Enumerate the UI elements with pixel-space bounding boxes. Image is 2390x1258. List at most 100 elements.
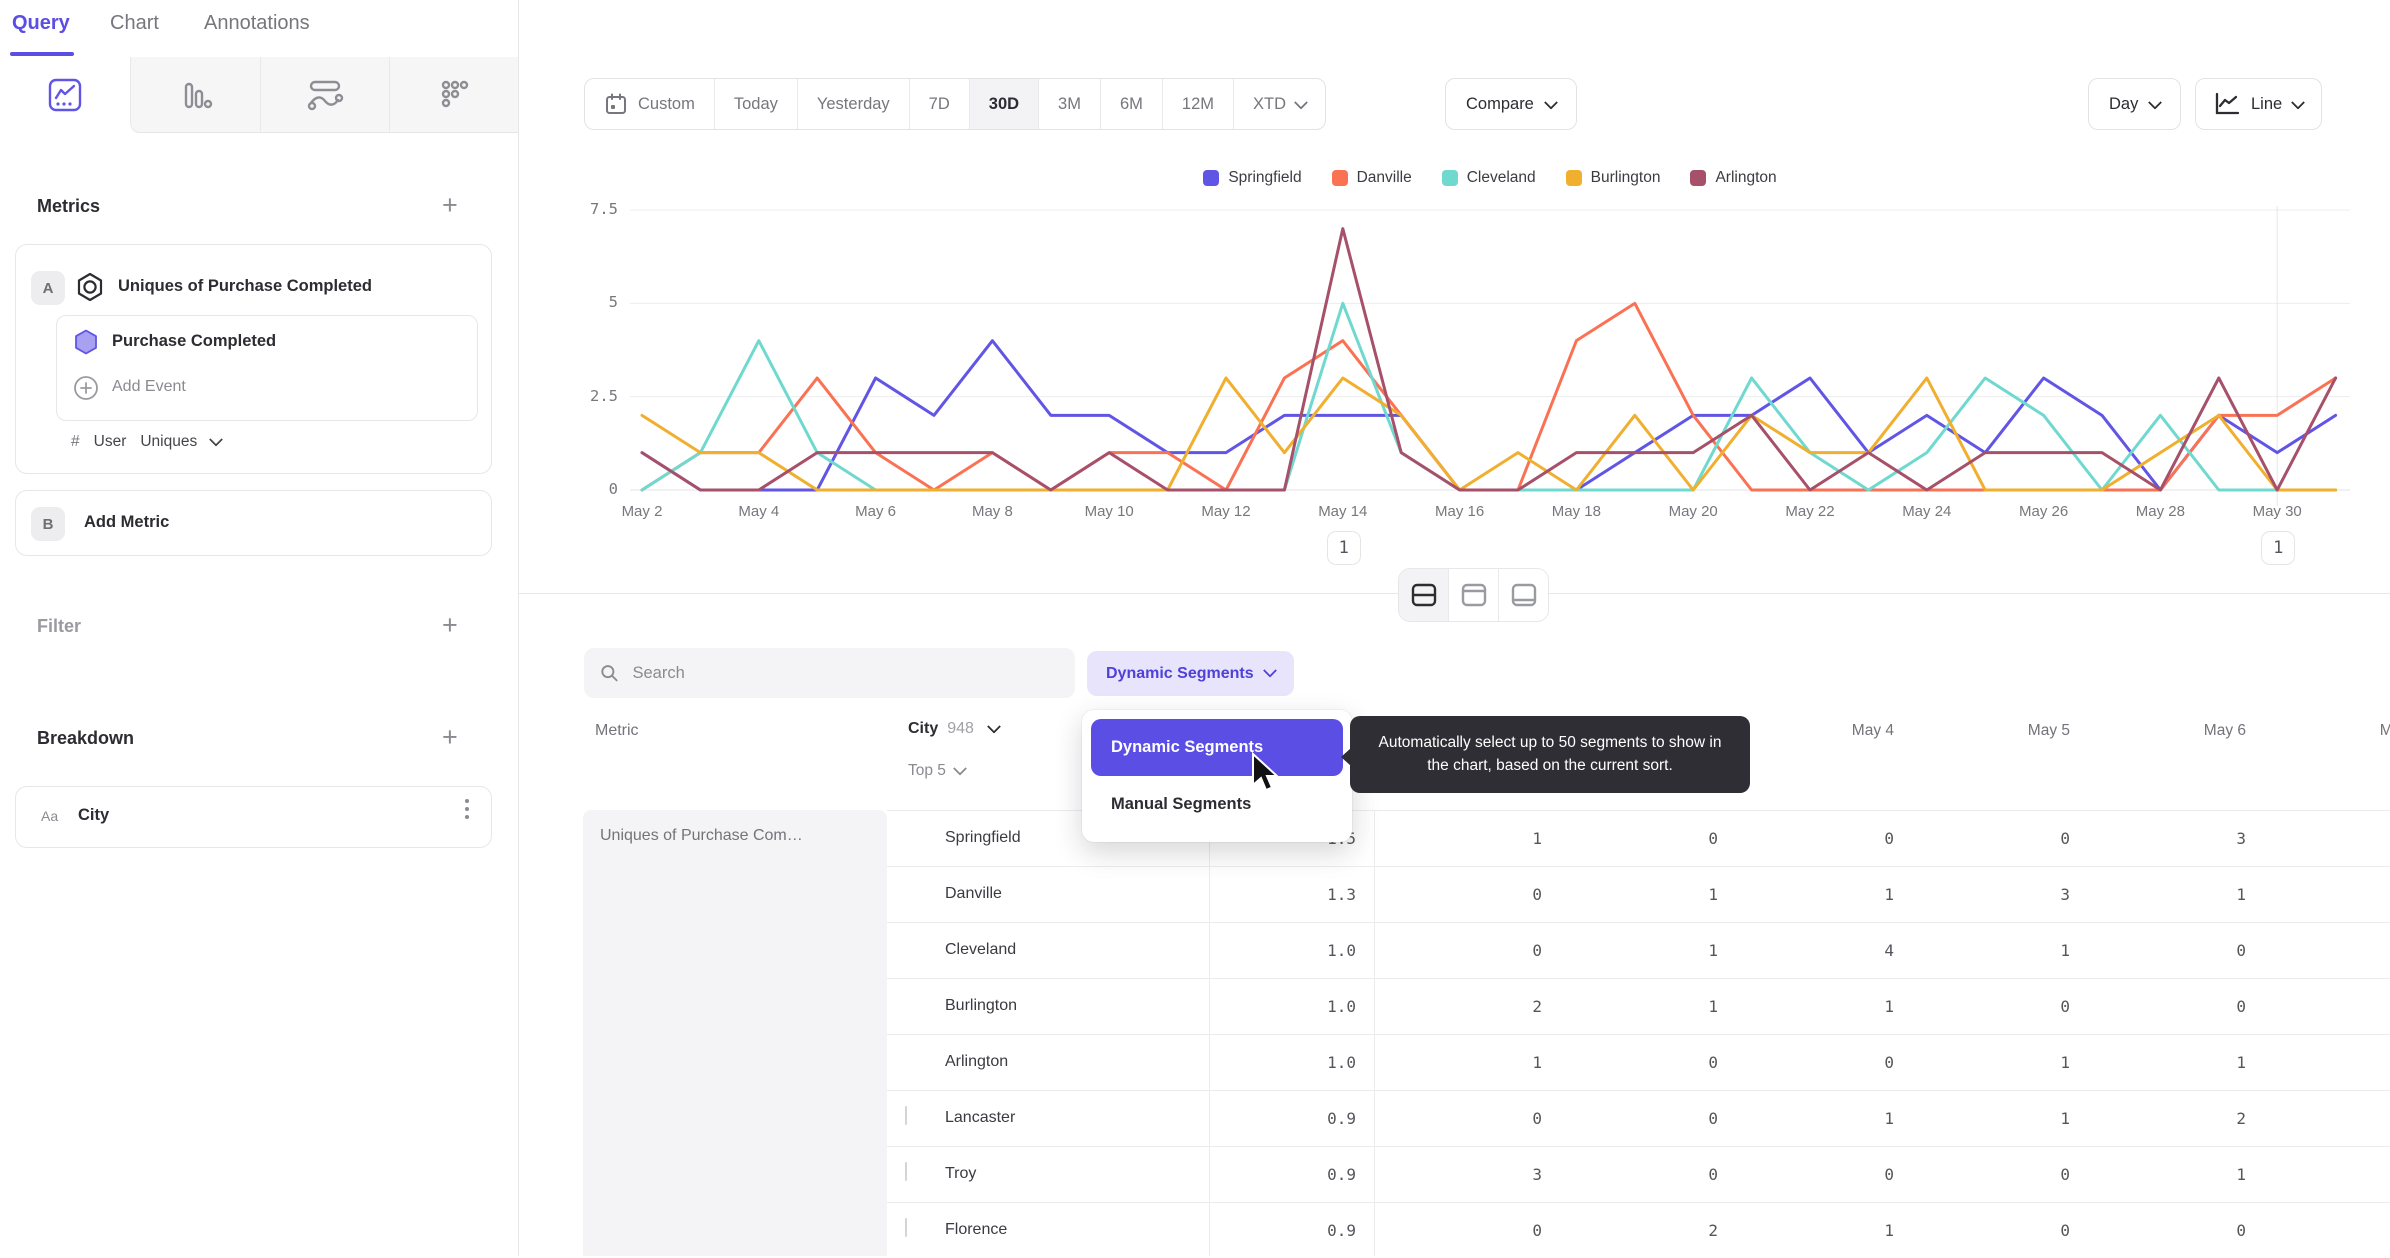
date-range-label: Yesterday xyxy=(816,94,890,113)
chart-type-label: Line xyxy=(2251,94,2283,113)
date-range-6m[interactable]: 6M xyxy=(1099,79,1162,129)
x-axis-tick: May 14 xyxy=(1318,503,1368,520)
row-separator xyxy=(887,978,2390,979)
menu-item-manual-segments[interactable]: Manual Segments xyxy=(1091,776,1343,833)
legend-label: Arlington xyxy=(1715,169,1777,186)
y-axis-tick: 5 xyxy=(608,293,618,312)
compare-button[interactable]: Compare xyxy=(1445,78,1577,130)
search-input[interactable] xyxy=(630,662,1059,684)
date-range-xtd[interactable]: XTD xyxy=(1233,79,1325,129)
hash-icon: # xyxy=(71,433,80,450)
date-range-yesterday[interactable]: Yesterday xyxy=(796,79,909,129)
tab-chart[interactable]: Chart xyxy=(110,12,159,35)
tab-annotations[interactable]: Annotations xyxy=(204,12,310,35)
data-cell: 2 xyxy=(1532,997,1542,1016)
measure-uniques-label: Uniques xyxy=(140,433,198,450)
chevron-down-icon xyxy=(209,432,224,447)
kebab-menu-icon[interactable] xyxy=(465,799,469,803)
row-separator xyxy=(887,1090,2390,1091)
table-vertical-border xyxy=(1209,810,1210,1256)
date-range-custom[interactable]: Custom xyxy=(585,79,714,129)
y-axis-tick: 2.5 xyxy=(590,386,618,405)
table-row: Troy 0.9 3 0 0 0 1 xyxy=(0,1146,2390,1202)
date-range-group: Custom Today Yesterday 7D 30D 3M 6M 12M XTD xyxy=(584,78,1326,130)
date-range-30d[interactable]: 30D xyxy=(968,79,1039,129)
legend-item-danville[interactable]: Danville xyxy=(1331,169,1412,187)
add-event-button[interactable]: Add Event xyxy=(112,378,186,396)
segment-name: Springfield xyxy=(945,829,1021,846)
data-cell: 1 xyxy=(2060,1109,2070,1128)
segment-value: 1.0 xyxy=(1327,997,1356,1016)
data-cell: 2 xyxy=(2236,1109,2246,1128)
layout-chart-only-button[interactable] xyxy=(1448,569,1498,621)
segment-name: Burlington xyxy=(945,997,1018,1014)
line-chart-icon xyxy=(48,78,82,112)
series-line-arlington xyxy=(640,227,2338,492)
legend-item-cleveland[interactable]: Cleveland xyxy=(1441,169,1536,187)
tab-query[interactable]: Query xyxy=(12,12,70,35)
metric-column-header: Metric xyxy=(595,722,639,739)
metric-a-title[interactable]: Uniques of Purchase Completed xyxy=(118,277,372,296)
x-axis-tick: May 18 xyxy=(1551,503,1601,520)
legend-item-arlington[interactable]: Arlington xyxy=(1690,169,1777,187)
granularity-button[interactable]: Day xyxy=(2088,78,2182,130)
add-metric-card[interactable]: B Add Metric xyxy=(15,490,492,556)
date-range-today[interactable]: Today xyxy=(713,79,797,129)
segment-checkbox-florence[interactable] xyxy=(905,1218,907,1237)
measure-selector[interactable]: # User Uniques xyxy=(71,432,224,451)
add-filter-plus-button[interactable]: + xyxy=(442,612,458,639)
legend-item-springfield[interactable]: Springfield xyxy=(1203,169,1302,187)
segment-checkbox-troy[interactable] xyxy=(905,1162,907,1181)
event-name[interactable]: Purchase Completed xyxy=(112,332,276,351)
top-n-selector[interactable]: Top 5 xyxy=(908,761,967,780)
table-vertical-border xyxy=(1374,810,1375,1256)
add-event-icon xyxy=(74,376,98,400)
legend-item-burlington[interactable]: Burlington xyxy=(1565,169,1660,187)
x-axis-tick: May 6 xyxy=(855,503,897,520)
date-range-label: Today xyxy=(733,94,778,113)
data-cell: 1 xyxy=(1532,829,1542,848)
segment-name: Cleveland xyxy=(945,941,1017,958)
date-column-header: May 6 xyxy=(2203,722,2246,739)
date-range-3m[interactable]: 3M xyxy=(1038,79,1100,129)
chart-type-flow-tab[interactable] xyxy=(260,57,389,133)
date-column-header: May 7 xyxy=(2379,722,2390,739)
date-range-12m[interactable]: 12M xyxy=(1161,79,1233,129)
chart-type-line-tab[interactable] xyxy=(0,57,130,133)
data-cell: 1 xyxy=(2236,1053,2246,1072)
segment-value: 0.9 xyxy=(1327,1221,1356,1240)
row-separator xyxy=(887,1202,2390,1203)
add-breakdown-plus-button[interactable]: + xyxy=(442,724,458,751)
annotation-badge[interactable]: 1 xyxy=(2261,531,2296,565)
x-axis-tick: May 2 xyxy=(621,503,663,520)
data-cell: 1 xyxy=(1708,941,1718,960)
annotation-badge[interactable]: 1 xyxy=(1326,531,1361,565)
filter-section-title: Filter xyxy=(37,616,82,636)
segment-mode-dropdown-button[interactable]: Dynamic Segments xyxy=(1087,651,1294,696)
x-axis-tick: May 8 xyxy=(971,503,1013,520)
series-line-springfield xyxy=(640,339,2338,492)
layout-table-only-button[interactable] xyxy=(1498,569,1548,621)
metric-type-icon xyxy=(77,272,103,302)
layout-split-button[interactable] xyxy=(1399,569,1448,621)
chevron-down-icon xyxy=(2291,95,2306,110)
segment-name: Arlington xyxy=(945,1053,1009,1070)
segment-checkbox-lancaster[interactable] xyxy=(905,1106,907,1125)
chart-type-bar-tab[interactable] xyxy=(130,57,260,133)
chart-type-funnel-tab[interactable] xyxy=(389,57,518,133)
chevron-down-icon xyxy=(986,719,1002,734)
calendar-icon xyxy=(606,93,626,114)
segment-value: 1.0 xyxy=(1327,941,1356,960)
chart-type-button[interactable]: Line xyxy=(2195,78,2323,130)
segment-mode-menu: Dynamic Segments Manual Segments xyxy=(1082,710,1352,842)
add-metric-plus-button[interactable]: + xyxy=(442,192,458,219)
segment-name: Lancaster xyxy=(945,1109,1016,1126)
group-column-header[interactable]: City 948 xyxy=(908,719,1002,738)
x-axis-tick: May 24 xyxy=(1902,503,1952,520)
event-block: Purchase Completed Add Event xyxy=(56,315,478,421)
metric-a-card: A Uniques of Purchase Completed Purchase… xyxy=(15,244,492,474)
menu-item-dynamic-segments[interactable]: Dynamic Segments xyxy=(1091,719,1343,776)
top-strip-icon xyxy=(1461,583,1486,607)
legend-swatch xyxy=(1441,170,1458,186)
date-range-7d[interactable]: 7D xyxy=(908,79,969,129)
